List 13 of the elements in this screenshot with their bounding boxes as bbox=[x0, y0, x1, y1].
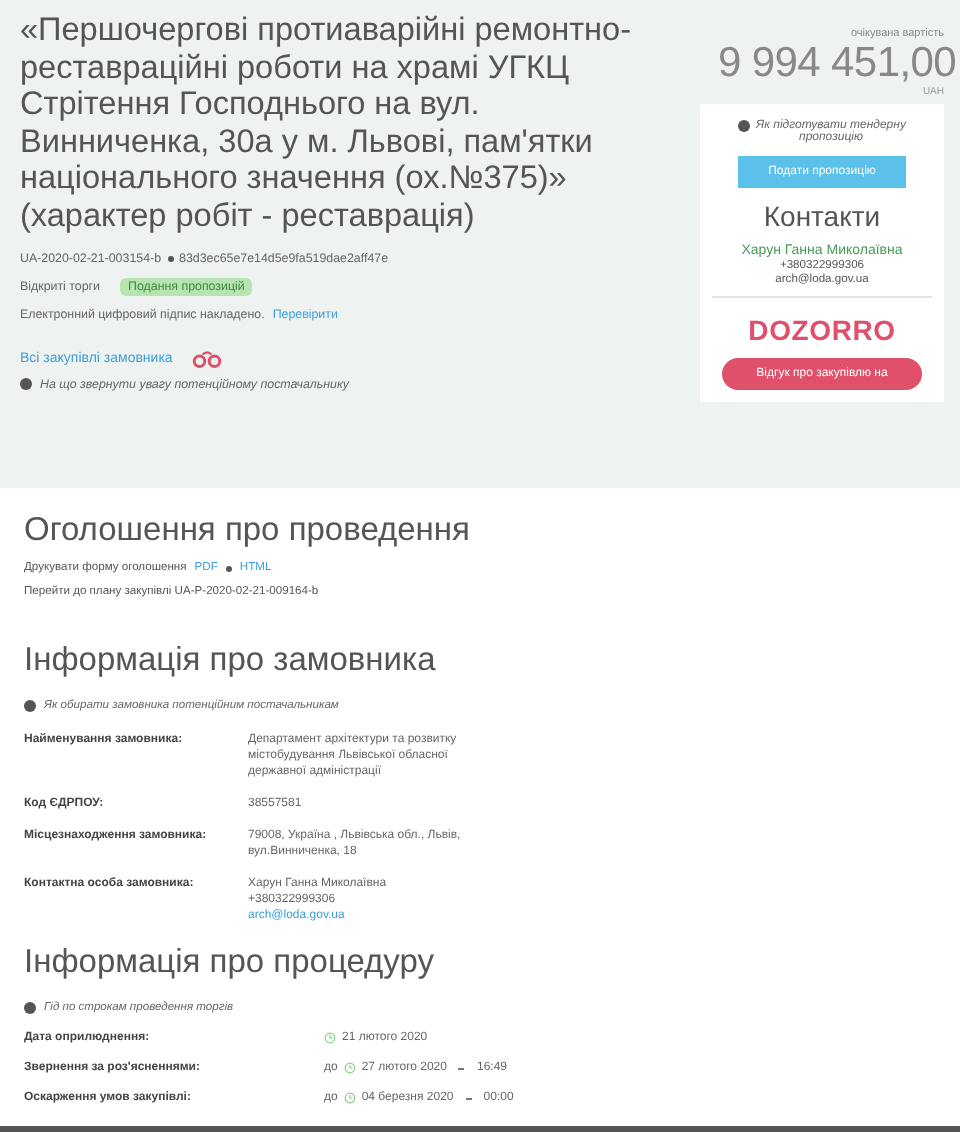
clock-icon bbox=[343, 1092, 356, 1104]
section-title: Інформація про процедуру bbox=[24, 944, 436, 982]
section-title: Оголошення про проведення bbox=[24, 512, 472, 550]
bullet-icon bbox=[225, 565, 232, 571]
dozorro-logo: DOZORRO bbox=[748, 314, 896, 346]
bullet-icon bbox=[167, 255, 174, 262]
section-title: Інформація про замовника bbox=[24, 642, 438, 680]
clock-icon bbox=[343, 1062, 356, 1074]
expected-value: 9 994 451,00 bbox=[715, 42, 956, 86]
tender-title: «Першочергові протиаварійні ремонтно-реставраційні роботи на храмі УГКЦ Стрітення Господнього на вул. Винниченка, 30а у м. Львові, пам'ятки національного значення (ох.№375)» (характер робіт - реставрація) bbox=[20, 12, 634, 236]
contacts-title: Контакти bbox=[763, 200, 881, 232]
binoculars-icon[interactable] bbox=[192, 349, 223, 368]
clock-icon bbox=[324, 1032, 336, 1044]
